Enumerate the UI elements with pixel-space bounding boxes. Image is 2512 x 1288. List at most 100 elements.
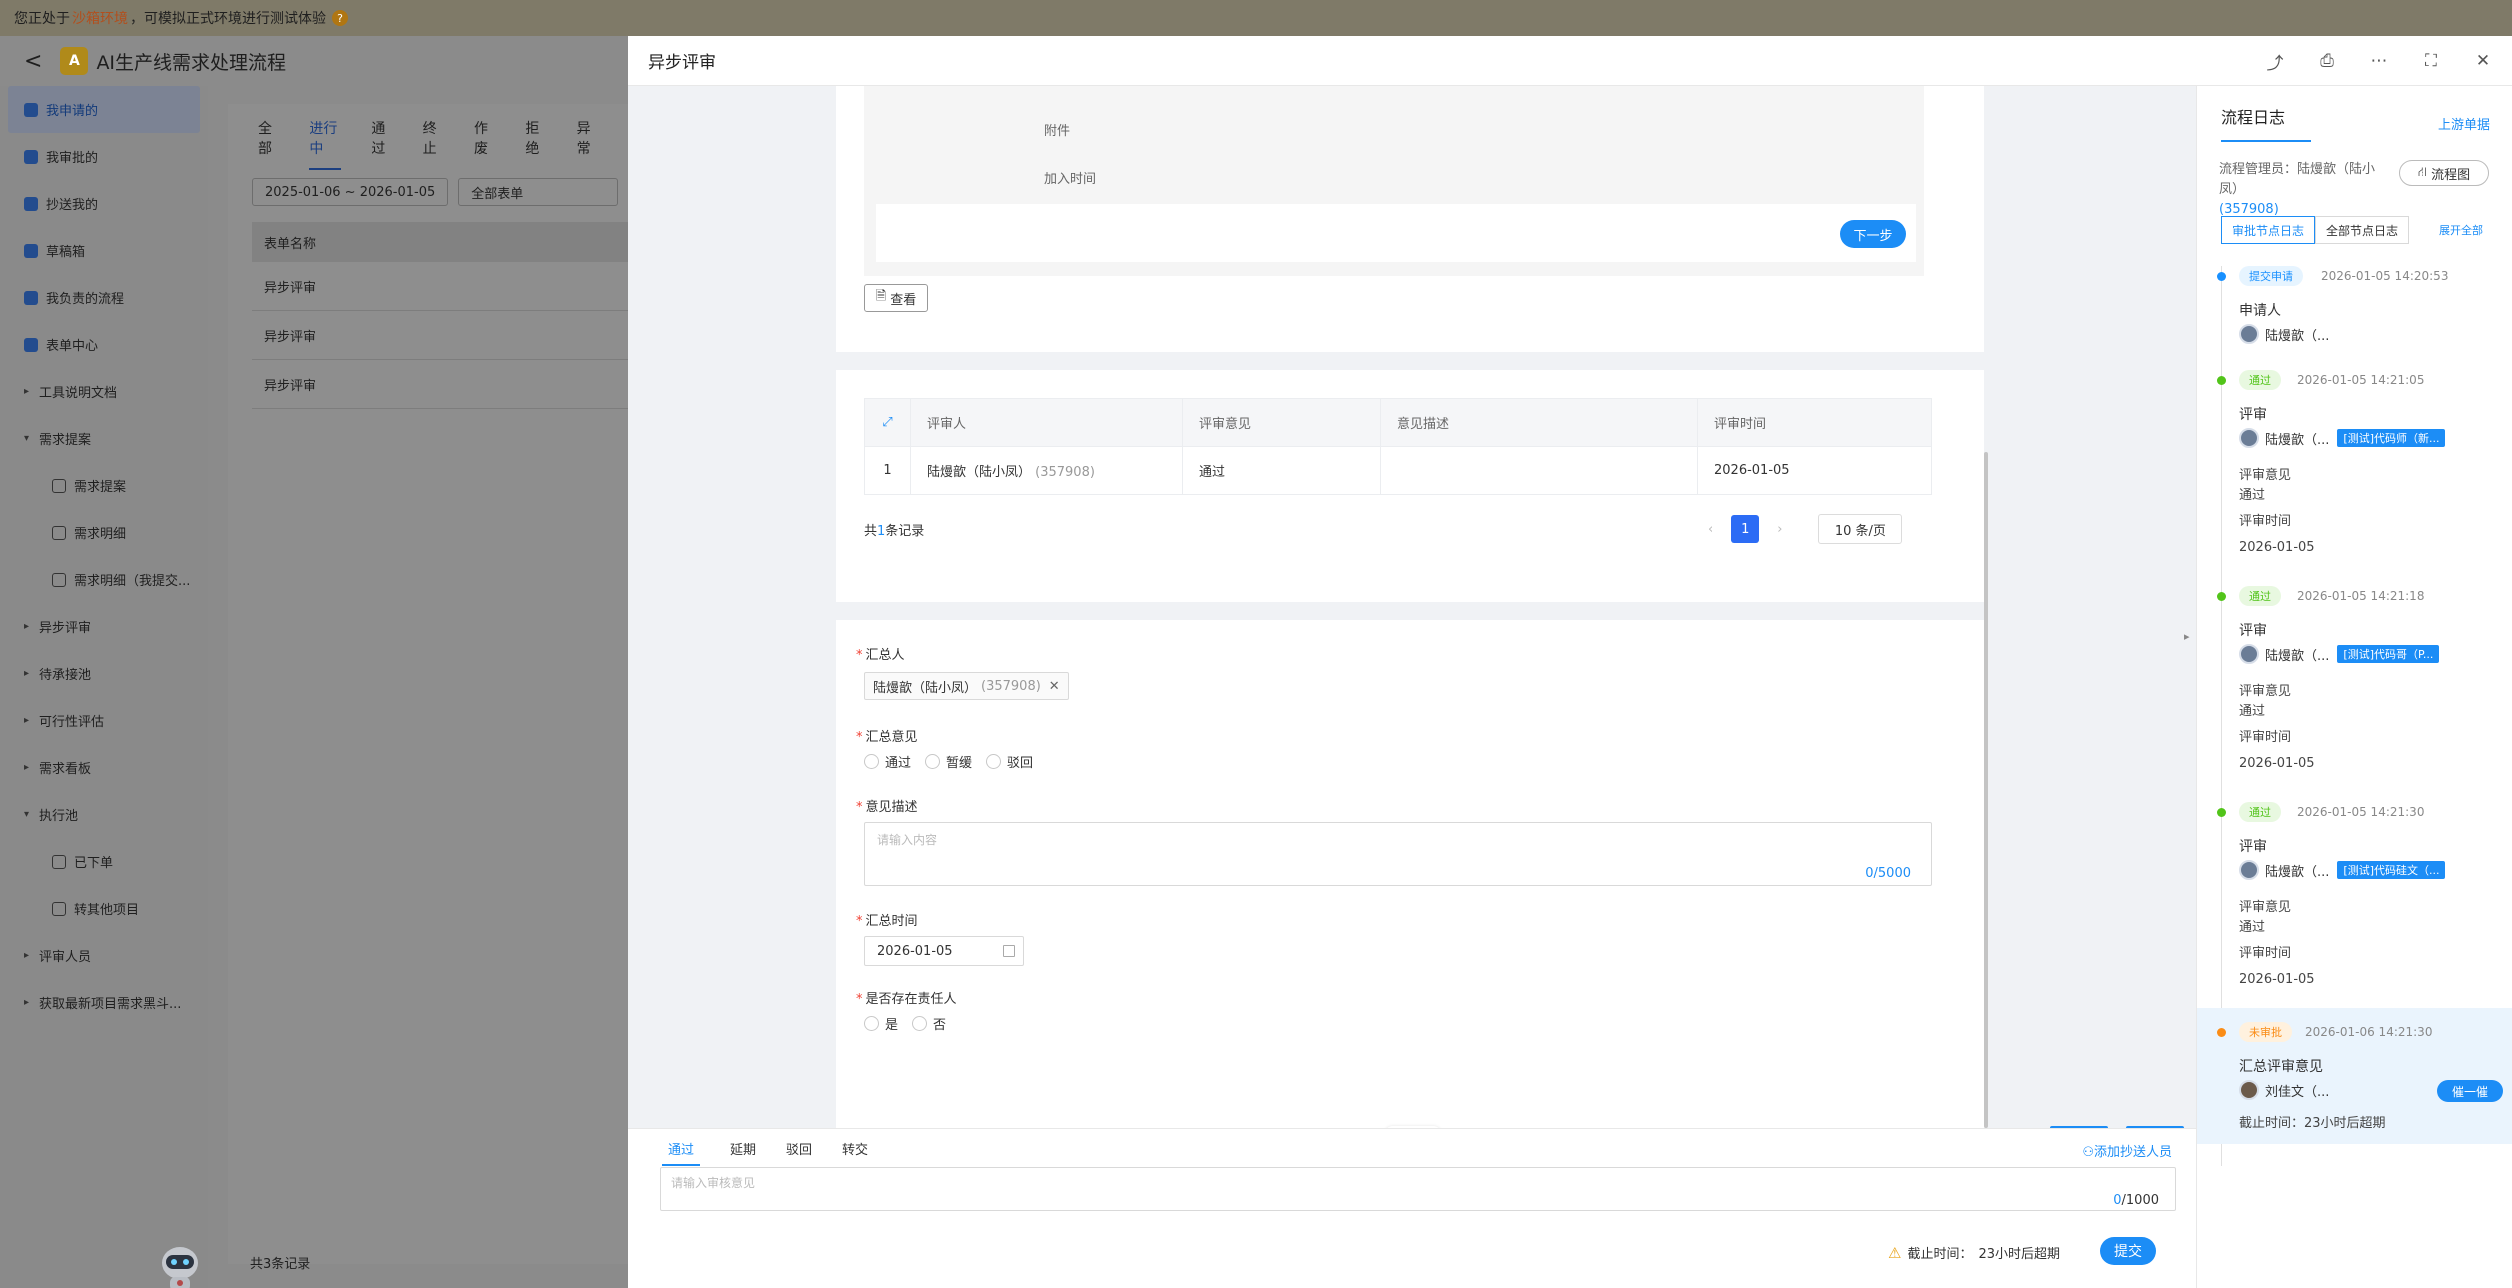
fullscreen-icon[interactable]: ⛶: [2422, 51, 2440, 71]
comment-count-max: /1000: [2121, 1193, 2159, 1208]
more-icon[interactable]: ⋯: [2370, 51, 2388, 71]
sidebar-item[interactable]: ▾ 需求提案: [0, 415, 208, 462]
radio-pass[interactable]: 通过: [864, 752, 911, 771]
print-icon[interactable]: ⎙: [2318, 51, 2336, 71]
radio-no[interactable]: 否: [912, 1014, 946, 1033]
user-icon: [24, 149, 38, 164]
comment-textarea[interactable]: 请输入审核意见 0/1000: [660, 1167, 2176, 1211]
sidebar-item-label: 待承接池: [39, 668, 92, 683]
status-tab[interactable]: 进行中: [309, 118, 342, 170]
sidebar-item[interactable]: ▸ 工具说明文档: [0, 368, 208, 415]
sidebar-item[interactable]: ▸ 待承接池: [0, 650, 208, 697]
submit-button[interactable]: 提交: [2100, 1237, 2156, 1265]
person-name: 陆熳歆（...: [2265, 648, 2330, 664]
sidebar-item[interactable]: ▸ 获取最新项目需求黑斗...: [0, 979, 208, 1026]
tab-transfer[interactable]: 转交: [842, 1129, 868, 1166]
sidebar-item-label: 评审人员: [39, 950, 92, 965]
sidebar-item[interactable]: ▸ 异步评审: [0, 603, 208, 650]
sidebar-item[interactable]: 需求明细（我提交...: [0, 556, 208, 603]
add-cc-button[interactable]: ⚇添加抄送人员: [2082, 1141, 2172, 1160]
sidebar-item[interactable]: 转其他项目: [0, 885, 208, 932]
status-tab[interactable]: 作废: [474, 118, 495, 170]
status-tab[interactable]: 全部: [258, 118, 279, 170]
view-button[interactable]: 🗎 查看: [864, 284, 928, 312]
page-1[interactable]: 1: [1731, 515, 1760, 543]
prev-page-icon[interactable]: ‹: [1708, 522, 1713, 537]
sidebar-item[interactable]: 已下单: [0, 838, 208, 885]
sidebar-item[interactable]: ▸ 可行性评估: [0, 697, 208, 744]
sidebar-item[interactable]: 我申请的: [8, 86, 200, 133]
opinion-value: 通过: [2239, 920, 2266, 935]
sidebar-item[interactable]: 需求提案: [0, 462, 208, 509]
form-filter[interactable]: 全部表单: [458, 178, 619, 206]
action-bar: 通过 延期 驳回 转交 ⚇添加抄送人员 请输入审核意见 0/1000 ⚠ 截止时…: [628, 1128, 2196, 1288]
status-tab[interactable]: 异常: [577, 118, 598, 170]
sidebar-item[interactable]: 抄送我的: [0, 180, 208, 227]
urge-button[interactable]: 催一催: [2437, 1080, 2503, 1102]
radio-reject[interactable]: 驳回: [986, 752, 1033, 771]
sidebar-item-label: 需求明细: [74, 527, 127, 542]
radio-yes[interactable]: 是: [864, 1014, 898, 1033]
status-badge: 通过: [2239, 802, 2281, 822]
tab-process-log[interactable]: 流程日志: [2221, 104, 2312, 142]
app-logo: A: [60, 47, 89, 75]
dept-tag: [测试]代码硅文（...: [2337, 861, 2446, 879]
process-log-panel: 流程日志 上游单据 流程管理员：陆熳歆（陆小凤） (357908) ⛙ 流程图 审…: [2196, 86, 2512, 1288]
back-icon[interactable]: <: [24, 49, 42, 74]
log-node: 提交申请 2026-01-05 14:20:53 申请人 陆熳歆（...: [2197, 266, 2512, 356]
flow-icon: [24, 290, 38, 305]
table-row[interactable]: 异步评审: [252, 311, 628, 360]
expand-column-icon[interactable]: ⤢: [864, 398, 911, 447]
flowchart-button[interactable]: ⛙ 流程图: [2399, 160, 2489, 186]
upstream-doc-link[interactable]: 上游单据: [2438, 114, 2490, 133]
help-icon[interactable]: ?: [332, 10, 348, 26]
next-page-icon[interactable]: ›: [1777, 522, 1782, 537]
sidebar-item[interactable]: 我审批的: [0, 133, 208, 180]
summary-date-picker[interactable]: 2026-01-05: [864, 936, 1024, 966]
sidebar-item[interactable]: 草稿箱: [0, 227, 208, 274]
sidebar-item[interactable]: 表单中心: [0, 321, 208, 368]
tab-reject[interactable]: 驳回: [786, 1129, 812, 1166]
sidebar-item-label: 执行池: [39, 809, 79, 824]
table-row[interactable]: 异步评审: [252, 360, 628, 409]
sidebar-item[interactable]: ▾ 执行池: [0, 791, 208, 838]
opinion-value: 通过: [2239, 488, 2266, 503]
drawer-header: 异步评审 ⤴ ⎙ ⋯ ⛶ ✕: [628, 36, 2512, 86]
status-tab[interactable]: 拒绝: [525, 118, 546, 170]
list-panel: 全部 进行中 通过 终止 作废 拒绝 异常 2025-01-06 ~ 2026-01-05 …: [228, 104, 628, 1264]
sidebar-item-label: 已下单: [74, 856, 114, 871]
scrollbar[interactable]: [1984, 452, 1988, 1128]
banner-text-pre: 您正处于: [14, 11, 70, 27]
page-size-select[interactable]: 10 条/页: [1818, 514, 1903, 544]
close-icon[interactable]: ✕: [2474, 51, 2492, 71]
caret-right-icon: ▸: [24, 762, 30, 773]
summarizer-tag: 陆熳歆（陆小凤） (357908) ✕: [864, 672, 1069, 700]
person-name: 陆熳歆（...: [2265, 432, 2330, 448]
sidebar-item[interactable]: 需求明细: [0, 509, 208, 556]
next-button[interactable]: 下一步: [1840, 220, 1906, 248]
node-time: 2026-01-05 14:21:05: [2297, 373, 2425, 387]
pagination: ‹ 1 › 10 条/页: [1708, 514, 1903, 544]
doc-icon: [24, 102, 38, 117]
share-icon[interactable]: ⤴: [2266, 49, 2284, 74]
seg-all-nodes[interactable]: 全部节点日志: [2315, 216, 2410, 244]
status-tab[interactable]: 通过: [371, 118, 392, 170]
tab-delay[interactable]: 延期: [730, 1129, 756, 1166]
sidebar-item[interactable]: 我负责的流程: [0, 274, 208, 321]
table-row[interactable]: 异步评审: [252, 262, 628, 311]
remove-tag-icon[interactable]: ✕: [1049, 679, 1060, 694]
expand-all-link[interactable]: 展开全部: [2439, 222, 2483, 238]
review-drawer: 异步评审 ⤴ ⎙ ⋯ ⛶ ✕ 附件 加入时间 下一步 🗎 查看 ⤢ 评审人 评审…: [628, 36, 2512, 1288]
sidebar-item[interactable]: ▸ 评审人员: [0, 932, 208, 979]
panel-toggle-icon[interactable]: ▸: [2184, 630, 2196, 650]
radio-defer[interactable]: 暂缓: [925, 752, 972, 771]
seg-approval-nodes[interactable]: 审批节点日志: [2221, 216, 2316, 244]
tab-pass[interactable]: 通过: [662, 1129, 701, 1166]
date-range-filter[interactable]: 2025-01-06 ~ 2026-01-05: [252, 178, 449, 206]
review-time-label: 评审时间: [2239, 730, 2292, 745]
status-tab[interactable]: 终止: [423, 118, 444, 170]
view-label: 查看: [890, 292, 917, 308]
sidebar-item[interactable]: ▸ 需求看板: [0, 744, 208, 791]
desc-textarea[interactable]: 请输入内容 0/5000: [864, 822, 1932, 886]
assistant-robot-icon[interactable]: [156, 1241, 204, 1288]
